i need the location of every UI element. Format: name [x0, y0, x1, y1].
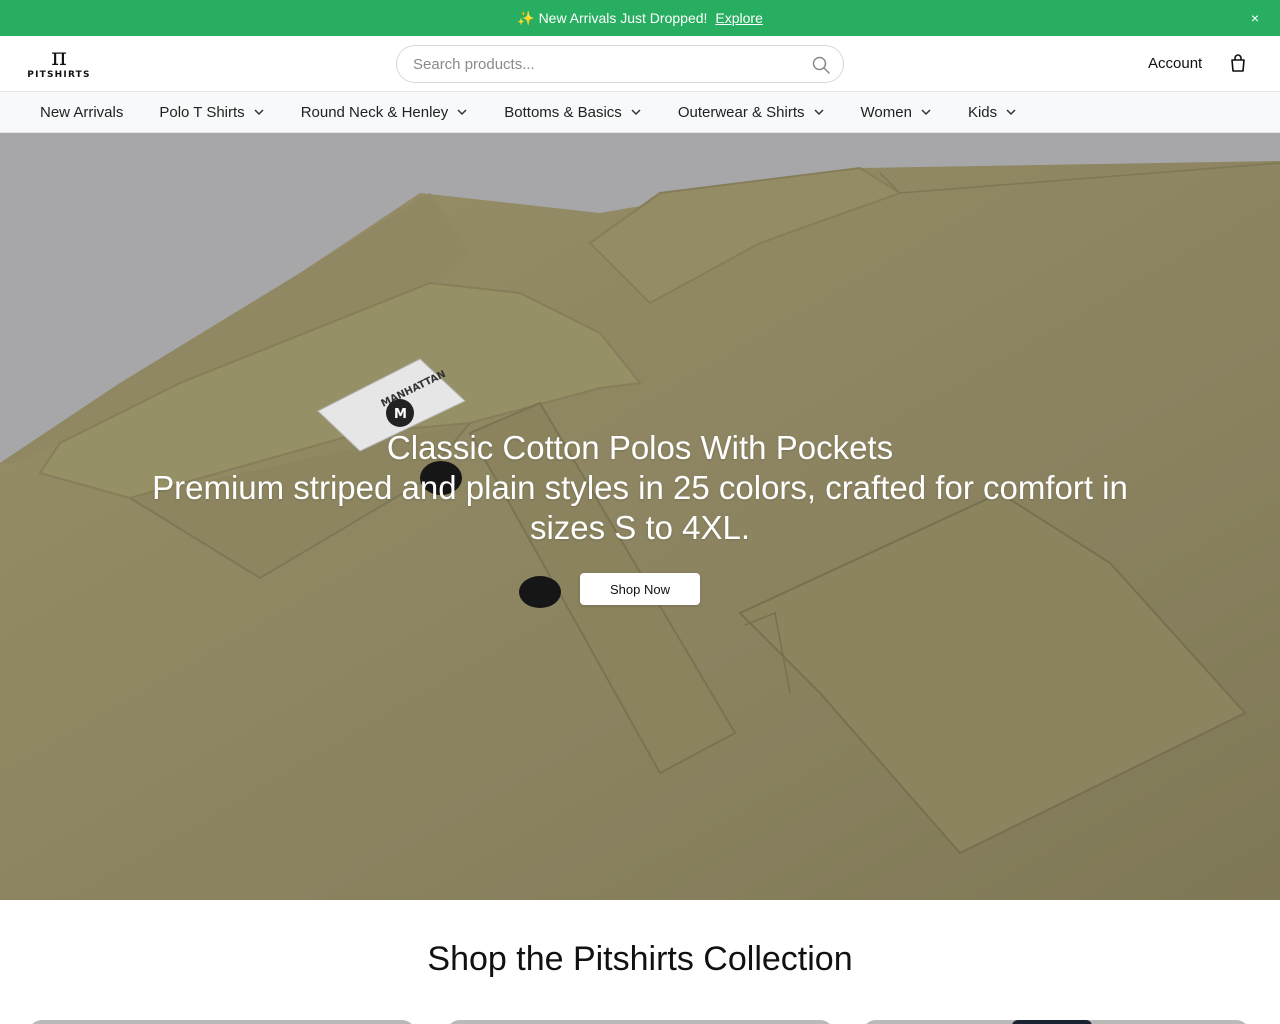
shopping-bag-icon[interactable] [1228, 53, 1248, 73]
search-icon[interactable] [811, 55, 831, 75]
announcement-text: New Arrivals Just Dropped! [538, 10, 708, 26]
site-header: π PITSHIRTS Account [0, 36, 1280, 92]
nav-item-label: New Arrivals [40, 103, 124, 121]
explore-link[interactable]: Explore [715, 10, 762, 26]
collection-card[interactable] [28, 1020, 416, 1024]
nav-item-outerwear-shirts[interactable]: Outerwear & Shirts [678, 104, 825, 121]
sparkle-icon: ✨ [517, 9, 535, 26]
logo-symbol: π [51, 43, 67, 71]
nav-item-label: Bottoms & Basics [504, 103, 622, 121]
account-link[interactable]: Account [1148, 55, 1202, 72]
chevron-down-icon [457, 109, 467, 116]
nav-item-round-neck-henley[interactable]: Round Neck & Henley [301, 104, 469, 121]
nav-item-label: Kids [967, 103, 998, 121]
nav-item-bottoms-basics[interactable]: Bottoms & Basics [504, 104, 642, 121]
main-nav: New Arrivals Polo T Shirts Round Neck & … [0, 92, 1280, 133]
hero-banner: MANHATTAN M Classic Cotton Polos With Po… [0, 133, 1280, 900]
announcement-bar: ✨ New Arrivals Just Dropped! Explore × [0, 0, 1280, 36]
hero-subtitle: Premium striped and plain styles in 25 c… [152, 469, 1128, 546]
search-input[interactable] [413, 46, 793, 82]
nav-item-label: Polo T Shirts [159, 103, 245, 121]
chevron-down-icon [631, 109, 641, 116]
svg-text:M: M [394, 407, 407, 422]
search-bar [396, 45, 844, 83]
chevron-down-icon [1006, 109, 1016, 116]
chevron-down-icon [921, 109, 931, 116]
nav-item-label: Women [860, 103, 912, 121]
chevron-down-icon [814, 109, 824, 116]
collection-title: Shop the Pitshirts Collection [427, 940, 853, 978]
logo[interactable]: π PITSHIRTS [26, 43, 92, 82]
nav-item-new-arrivals[interactable]: New Arrivals [40, 104, 123, 121]
collection-card[interactable] [446, 1020, 834, 1024]
nav-item-label: Outerwear & Shirts [677, 103, 805, 121]
nav-item-polo-t-shirts[interactable]: Polo T Shirts [159, 104, 264, 121]
product-image [1012, 1020, 1092, 1024]
shop-now-button[interactable]: Shop Now [580, 573, 700, 605]
close-icon[interactable]: × [1246, 9, 1264, 27]
hero-title: Classic Cotton Polos With Pockets [386, 429, 894, 466]
nav-item-label: Round Neck & Henley [300, 103, 449, 121]
nav-item-women[interactable]: Women [861, 104, 932, 121]
collection-card[interactable] [862, 1020, 1250, 1024]
chevron-down-icon [254, 109, 264, 116]
logo-wordmark: PITSHIRTS [27, 70, 91, 80]
nav-item-kids[interactable]: Kids [968, 104, 1017, 121]
